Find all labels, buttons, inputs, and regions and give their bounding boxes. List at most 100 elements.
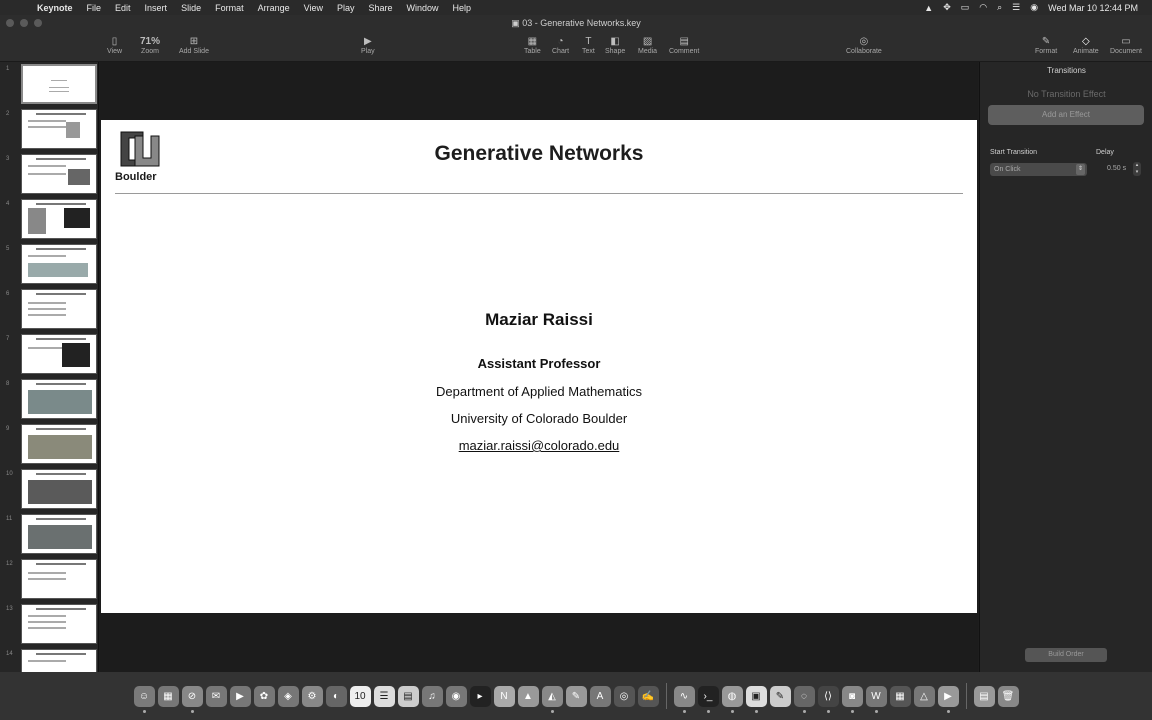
calendar-icon[interactable]: 10 — [349, 685, 371, 707]
author-role[interactable]: Assistant Professor — [101, 356, 977, 371]
disk-utility-icon[interactable]: ◎ — [613, 685, 635, 707]
vscode-icon[interactable]: ⟨⟩ — [817, 685, 839, 713]
settings-icon[interactable]: ⚙ — [301, 685, 323, 707]
comment-button[interactable]: ▤ Comment — [669, 35, 699, 55]
stocks-icon[interactable]: ▲ — [517, 685, 539, 707]
menu-help[interactable]: Help — [446, 3, 479, 13]
view-button[interactable]: ▯ View — [107, 35, 122, 55]
menu-share[interactable]: Share — [362, 3, 400, 13]
wifi-icon[interactable]: ◠ — [979, 2, 987, 13]
preview-icon[interactable]: ▣ — [745, 685, 767, 713]
control-center-icon[interactable]: ☰ — [1012, 2, 1020, 13]
slide-navigator: 1 2 3 4 5 6 7 8 9 10 11 12 13 14 — [0, 62, 99, 672]
siri-icon[interactable]: ◉ — [1030, 2, 1038, 13]
chart-button[interactable]: ◔ Chart — [552, 35, 569, 55]
add-effect-button[interactable]: Add an Effect — [988, 105, 1144, 125]
author-email-link[interactable]: maziar.raissi@colorado.edu — [101, 438, 977, 453]
menu-edit[interactable]: Edit — [108, 3, 138, 13]
vlc-icon[interactable]: △ — [913, 685, 935, 707]
build-order-button[interactable]: Build Order — [1025, 648, 1107, 662]
app-store-icon[interactable]: A — [589, 685, 611, 707]
title-divider — [115, 193, 963, 194]
slide-thumbnail-image — [21, 469, 97, 509]
author-university[interactable]: University of Colorado Boulder — [101, 411, 977, 426]
pages-icon[interactable]: ✎ — [565, 685, 587, 707]
chrome-icon[interactable]: ◍ — [721, 685, 743, 713]
menu-window[interactable]: Window — [400, 3, 446, 13]
add-slide-button[interactable]: ⊞ Add Slide — [179, 35, 209, 55]
spiral-app-icon[interactable]: ◌ — [793, 685, 815, 713]
shape-button[interactable]: ◧ Shape — [605, 35, 625, 55]
play-button[interactable]: ▶ Play — [361, 35, 375, 55]
messages-icon[interactable]: ◐ — [325, 685, 347, 707]
animate-inspector: Transitions No Transition Effect Add an … — [979, 62, 1152, 672]
menu-app-keynote[interactable]: Keynote — [30, 3, 80, 13]
current-slide[interactable]: Boulder Generative Networks Maziar Raiss… — [101, 120, 977, 613]
media-icon: ▨ — [642, 36, 653, 47]
menu-format[interactable]: Format — [208, 3, 251, 13]
inspector-tab-transitions[interactable]: Transitions — [980, 66, 1152, 75]
zoom-value: 71% — [140, 36, 161, 47]
menu-arrange[interactable]: Arrange — [251, 3, 297, 13]
battery-icon[interactable]: ▭ — [961, 2, 970, 13]
media-button[interactable]: ▨ Media — [638, 35, 657, 55]
dock: ☺ ▦ ⊘ ✉ ▶ ✿ ◈ ⚙ ◐ 10 ☰ ▤ ♫ ◉ ▸ N ▲ ◭ ✎ A… — [0, 672, 1152, 720]
windows-app-icon[interactable]: ▦ — [889, 685, 911, 707]
zoom-app-icon[interactable]: ◙ — [841, 685, 863, 713]
script-editor-icon[interactable]: ✍ — [637, 685, 659, 707]
table-button[interactable]: ▦ Table — [524, 35, 541, 55]
format-button[interactable]: ✎ Format — [1035, 35, 1057, 55]
search-icon[interactable]: ⌕ — [997, 2, 1002, 13]
music-icon[interactable]: ♫ — [421, 685, 443, 707]
paintbrush-icon: ✎ — [1041, 36, 1051, 47]
apple-tv-icon[interactable]: ▸ — [469, 685, 491, 707]
text-button[interactable]: T Text — [582, 35, 595, 55]
maps-icon[interactable]: ◈ — [277, 685, 299, 707]
menu-clock[interactable]: Wed Mar 10 12:44 PM — [1048, 3, 1138, 13]
keynote-icon[interactable]: ◭ — [541, 685, 563, 713]
trash-icon[interactable]: 🗑 — [997, 685, 1019, 707]
menu-insert[interactable]: Insert — [138, 3, 175, 13]
menu-slide[interactable]: Slide — [174, 3, 208, 13]
start-transition-select[interactable]: On Click ⇕ — [990, 163, 1087, 176]
menu-bar: Keynote File Edit Insert Slide Format Ar… — [0, 0, 1152, 15]
slide-thumbnail-image — [21, 199, 97, 239]
reminders-icon[interactable]: ☰ — [373, 685, 395, 707]
author-name[interactable]: Maziar Raissi — [101, 310, 977, 330]
slide-thumbnail-image — [21, 424, 97, 464]
slide-title[interactable]: Generative Networks — [101, 142, 977, 166]
word-icon[interactable]: W — [865, 685, 887, 713]
author-department[interactable]: Department of Applied Mathematics — [101, 384, 977, 399]
menu-view[interactable]: View — [297, 3, 330, 13]
document-button[interactable]: ▭ Document — [1110, 35, 1142, 55]
play-icon: ▶ — [363, 36, 372, 47]
delay-value[interactable]: 0.50 s — [1107, 165, 1126, 172]
mail-icon[interactable]: ✉ — [205, 685, 227, 707]
facetime-icon[interactable]: ▶ — [229, 685, 251, 707]
notes-icon[interactable]: ▤ — [397, 685, 419, 707]
menu-file[interactable]: File — [80, 3, 109, 13]
slide-thumbnail-image — [21, 649, 97, 672]
photos-icon[interactable]: ✿ — [253, 685, 275, 707]
shape-icon: ◧ — [610, 36, 620, 47]
video-recorder-icon[interactable]: ▶ — [937, 685, 959, 713]
comment-icon: ▤ — [679, 36, 689, 47]
animate-button[interactable]: ◇ Animate — [1073, 35, 1099, 55]
downloads-folder-icon[interactable]: ▤ — [973, 685, 995, 707]
launchpad-icon[interactable]: ▦ — [157, 685, 179, 707]
menu-play[interactable]: Play — [330, 3, 362, 13]
delay-stepper[interactable]: ▴ ▾ — [1133, 162, 1141, 176]
activity-monitor-icon[interactable]: ∿ — [673, 685, 695, 713]
slide-thumbnail-image — [21, 154, 97, 194]
news-icon[interactable]: N — [493, 685, 515, 707]
textedit-icon[interactable]: ✎ — [769, 685, 791, 707]
zoom-button[interactable]: 71% Zoom — [140, 35, 160, 55]
upload-icon[interactable]: ▲ — [924, 3, 933, 13]
slide-canvas[interactable]: Boulder Generative Networks Maziar Raiss… — [100, 62, 978, 672]
terminal-icon[interactable]: ›_ — [697, 685, 719, 713]
podcasts-icon[interactable]: ◉ — [445, 685, 467, 707]
collaborate-button[interactable]: ◎ Collaborate — [846, 35, 882, 55]
puzzle-icon[interactable]: ✥ — [943, 2, 951, 13]
safari-icon[interactable]: ⊘ — [181, 685, 203, 713]
finder-icon[interactable]: ☺ — [133, 685, 155, 713]
